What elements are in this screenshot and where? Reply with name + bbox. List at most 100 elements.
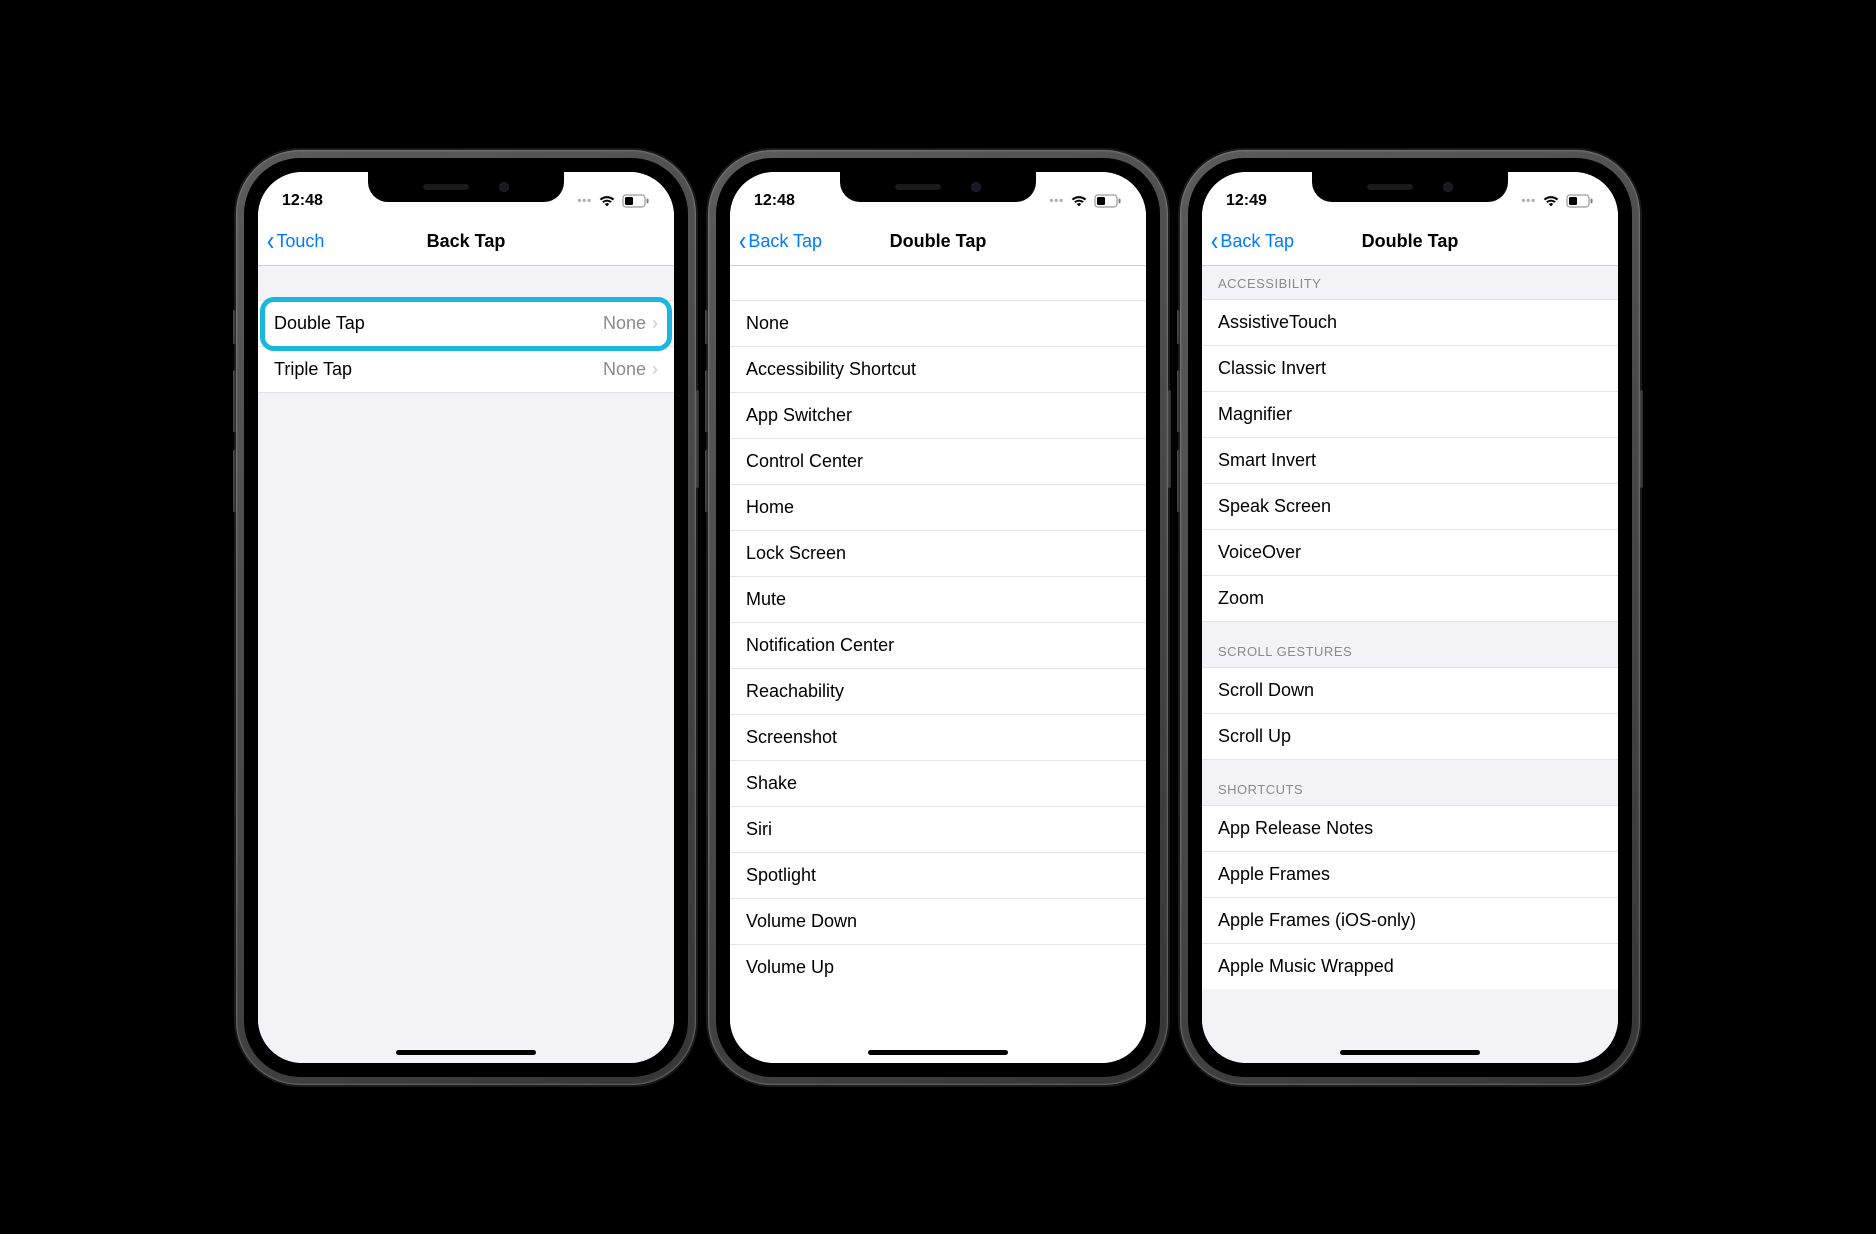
- option-row[interactable]: Reachability: [730, 669, 1146, 715]
- nav-back-label: Back Tap: [1220, 231, 1294, 252]
- wifi-icon: [1070, 194, 1088, 208]
- option-row[interactable]: Apple Frames: [1202, 852, 1618, 898]
- row-triple-tap[interactable]: Triple Tap None ›: [258, 347, 674, 392]
- phone-frame: 12:48 ••• ‹ Touch Back Tap Do: [236, 150, 696, 1085]
- option-label: Scroll Up: [1218, 726, 1291, 747]
- section-header: SHORTCUTS: [1202, 760, 1618, 805]
- home-indicator[interactable]: [1340, 1050, 1480, 1055]
- battery-icon: [622, 194, 650, 208]
- phone-frame: 12:48 ••• ‹ Back Tap Double Tap None Acc…: [708, 150, 1168, 1085]
- row-value: None: [603, 359, 646, 380]
- wifi-icon: [598, 194, 616, 208]
- option-label: Apple Music Wrapped: [1218, 956, 1394, 977]
- option-row[interactable]: Spotlight: [730, 853, 1146, 899]
- battery-icon: [1094, 194, 1122, 208]
- option-row[interactable]: App Switcher: [730, 393, 1146, 439]
- option-label: Reachability: [746, 681, 844, 702]
- option-label: VoiceOver: [1218, 542, 1301, 563]
- notch: [1312, 172, 1508, 202]
- chevron-right-icon: ›: [652, 359, 658, 380]
- option-label: Home: [746, 497, 794, 518]
- option-label: AssistiveTouch: [1218, 312, 1337, 333]
- signal-dots: •••: [1049, 195, 1064, 207]
- nav-back-label: Touch: [276, 231, 324, 252]
- option-row[interactable]: Scroll Down: [1202, 668, 1618, 714]
- chevron-left-icon: ‹: [267, 227, 274, 255]
- option-row[interactable]: Screenshot: [730, 715, 1146, 761]
- notch: [840, 172, 1036, 202]
- option-label: Scroll Down: [1218, 680, 1314, 701]
- row-label: Triple Tap: [274, 359, 352, 380]
- option-label: Apple Frames: [1218, 864, 1330, 885]
- option-row[interactable]: None: [730, 301, 1146, 347]
- option-label: Speak Screen: [1218, 496, 1331, 517]
- status-time: 12:48: [754, 192, 795, 210]
- option-row[interactable]: Classic Invert: [1202, 346, 1618, 392]
- option-label: None: [746, 313, 789, 334]
- option-label: Smart Invert: [1218, 450, 1316, 471]
- option-row[interactable]: Zoom: [1202, 576, 1618, 621]
- option-label: App Release Notes: [1218, 818, 1373, 839]
- option-label: Apple Frames (iOS-only): [1218, 910, 1416, 931]
- option-label: Zoom: [1218, 588, 1264, 609]
- section-header: SCROLL GESTURES: [1202, 622, 1618, 667]
- status-time: 12:48: [282, 192, 323, 210]
- option-label: Lock Screen: [746, 543, 846, 564]
- option-row[interactable]: Magnifier: [1202, 392, 1618, 438]
- chevron-right-icon: ›: [652, 313, 658, 334]
- row-label: Double Tap: [274, 313, 365, 334]
- option-row[interactable]: Mute: [730, 577, 1146, 623]
- option-row[interactable]: Lock Screen: [730, 531, 1146, 577]
- row-value: None: [603, 313, 646, 334]
- nav-back-button[interactable]: ‹ Back Tap: [1210, 227, 1294, 255]
- option-label: Accessibility Shortcut: [746, 359, 916, 380]
- signal-dots: •••: [1521, 195, 1536, 207]
- battery-icon: [1566, 194, 1594, 208]
- wifi-icon: [1542, 194, 1560, 208]
- option-label: Volume Up: [746, 957, 834, 978]
- nav-back-button[interactable]: ‹ Touch: [266, 227, 324, 255]
- option-row[interactable]: Home: [730, 485, 1146, 531]
- option-label: Shake: [746, 773, 797, 794]
- option-row[interactable]: Apple Music Wrapped: [1202, 944, 1618, 989]
- option-label: Magnifier: [1218, 404, 1292, 425]
- nav-bar: ‹ Back Tap Double Tap: [730, 218, 1146, 266]
- option-row[interactable]: Control Center: [730, 439, 1146, 485]
- option-label: Classic Invert: [1218, 358, 1326, 379]
- row-double-tap[interactable]: Double Tap None ›: [258, 301, 674, 347]
- option-label: Control Center: [746, 451, 863, 472]
- option-row[interactable]: Accessibility Shortcut: [730, 347, 1146, 393]
- option-label: App Switcher: [746, 405, 852, 426]
- option-row[interactable]: Notification Center: [730, 623, 1146, 669]
- option-row[interactable]: Speak Screen: [1202, 484, 1618, 530]
- option-label: Mute: [746, 589, 786, 610]
- home-indicator[interactable]: [868, 1050, 1008, 1055]
- option-row[interactable]: VoiceOver: [1202, 530, 1618, 576]
- option-row[interactable]: Shake: [730, 761, 1146, 807]
- notch: [368, 172, 564, 202]
- option-label: Siri: [746, 819, 772, 840]
- nav-back-label: Back Tap: [748, 231, 822, 252]
- option-label: Screenshot: [746, 727, 837, 748]
- phone-frame: 12:49 ••• ‹ Back Tap Double Tap ACCESSIB…: [1180, 150, 1640, 1085]
- home-indicator[interactable]: [396, 1050, 536, 1055]
- option-label: Notification Center: [746, 635, 894, 656]
- chevron-left-icon: ‹: [1211, 227, 1218, 255]
- option-row[interactable]: Volume Down: [730, 899, 1146, 945]
- option-row[interactable]: Scroll Up: [1202, 714, 1618, 759]
- option-row[interactable]: App Release Notes: [1202, 806, 1618, 852]
- section-header: ACCESSIBILITY: [1202, 266, 1618, 299]
- option-row[interactable]: Volume Up: [730, 945, 1146, 990]
- nav-back-button[interactable]: ‹ Back Tap: [738, 227, 822, 255]
- option-label: Volume Down: [746, 911, 857, 932]
- option-label: Spotlight: [746, 865, 816, 886]
- chevron-left-icon: ‹: [739, 227, 746, 255]
- nav-bar: ‹ Touch Back Tap: [258, 218, 674, 266]
- option-row[interactable]: Apple Frames (iOS-only): [1202, 898, 1618, 944]
- option-row[interactable]: AssistiveTouch: [1202, 300, 1618, 346]
- option-row[interactable]: Siri: [730, 807, 1146, 853]
- signal-dots: •••: [577, 195, 592, 207]
- nav-bar: ‹ Back Tap Double Tap: [1202, 218, 1618, 266]
- status-time: 12:49: [1226, 192, 1267, 210]
- option-row[interactable]: Smart Invert: [1202, 438, 1618, 484]
